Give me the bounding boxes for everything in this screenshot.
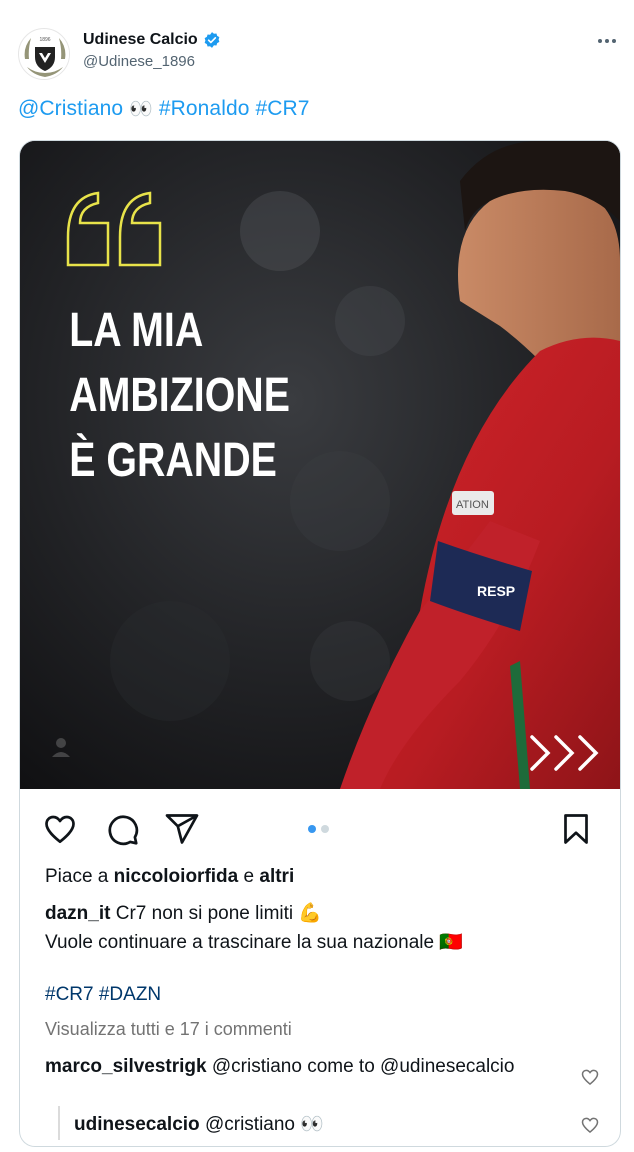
reply-text: @cristiano 👀: [204, 1114, 324, 1135]
logo-year: 1896: [39, 37, 50, 43]
caption-line-2: Vuole continuare a trascinare la sua naz…: [45, 932, 463, 953]
armband-text: RESP: [477, 583, 515, 599]
carousel-dot[interactable]: [321, 825, 329, 833]
bookmark-icon[interactable]: [558, 811, 594, 847]
likes-line: Piace a niccoloiorfida e altri: [45, 866, 294, 888]
headline-line-2: AMBIZIONE: [69, 368, 290, 422]
tweet-text: @Cristiano 👀 #Ronaldo #CR7: [18, 97, 310, 121]
tweet-hashtags-link[interactable]: #Ronaldo #CR7: [159, 97, 310, 120]
comment-text: @cristiano come to @udinesecalcio: [211, 1056, 515, 1077]
eyes-emoji: 👀: [129, 99, 153, 120]
carousel-dots: [308, 825, 329, 833]
headline-line-1: LA MIA: [69, 303, 203, 357]
post-actions-row: [20, 789, 620, 861]
reply-thread-line: [58, 1106, 60, 1140]
heart-icon[interactable]: [42, 811, 78, 847]
headline-line-3: È GRANDE: [69, 432, 277, 487]
comment-icon[interactable]: [104, 811, 140, 847]
verified-badge-icon: [203, 31, 221, 49]
tweet-header: 1896 Udinese Calcio @Udinese_1896: [0, 0, 634, 90]
caption-line-1: dazn_it Cr7 non si pone limiti 💪: [45, 901, 322, 925]
more-options-icon[interactable]: [596, 30, 618, 52]
small-heart-icon[interactable]: [580, 1115, 600, 1135]
caption-user-link[interactable]: dazn_it: [45, 903, 110, 924]
reply-user-link[interactable]: udinesecalcio: [74, 1114, 200, 1135]
reply-item: udinesecalcio @cristiano 👀: [74, 1112, 324, 1136]
udinese-logo-icon[interactable]: 1896: [18, 28, 70, 80]
tweet-mention-link[interactable]: @Cristiano: [18, 97, 123, 120]
likes-others-link[interactable]: altri: [259, 866, 294, 887]
author-handle[interactable]: @Udinese_1896: [83, 53, 195, 70]
likes-user-link[interactable]: niccoloiorfida: [114, 866, 239, 887]
likes-prefix: Piace a: [45, 866, 109, 887]
author-name-text[interactable]: Udinese Calcio: [83, 31, 198, 49]
caption-text: Cr7 non si pone limiti 💪: [115, 903, 323, 924]
post-image[interactable]: RESP ATION LA MIA AMBIZIONE È GRANDE: [20, 141, 620, 789]
share-icon[interactable]: [164, 811, 200, 847]
comment-item: marco_silvestrigk @cristiano come to @ud…: [45, 1054, 565, 1080]
carousel-dot-active[interactable]: [308, 825, 316, 833]
jersey-patch-text: ATION: [456, 499, 489, 511]
instagram-embed-card[interactable]: RESP ATION LA MIA AMBIZIONE È GRANDE Pia…: [19, 140, 621, 1147]
small-heart-icon[interactable]: [580, 1067, 600, 1087]
likes-and: e: [243, 866, 255, 887]
view-all-comments-link[interactable]: Visualizza tutti e 17 i commenti: [45, 1019, 292, 1040]
comment-user-link[interactable]: marco_silvestrigk: [45, 1056, 207, 1077]
author-name[interactable]: Udinese Calcio: [83, 31, 221, 49]
post-hashtags-link[interactable]: #CR7 #DAZN: [45, 984, 161, 1006]
